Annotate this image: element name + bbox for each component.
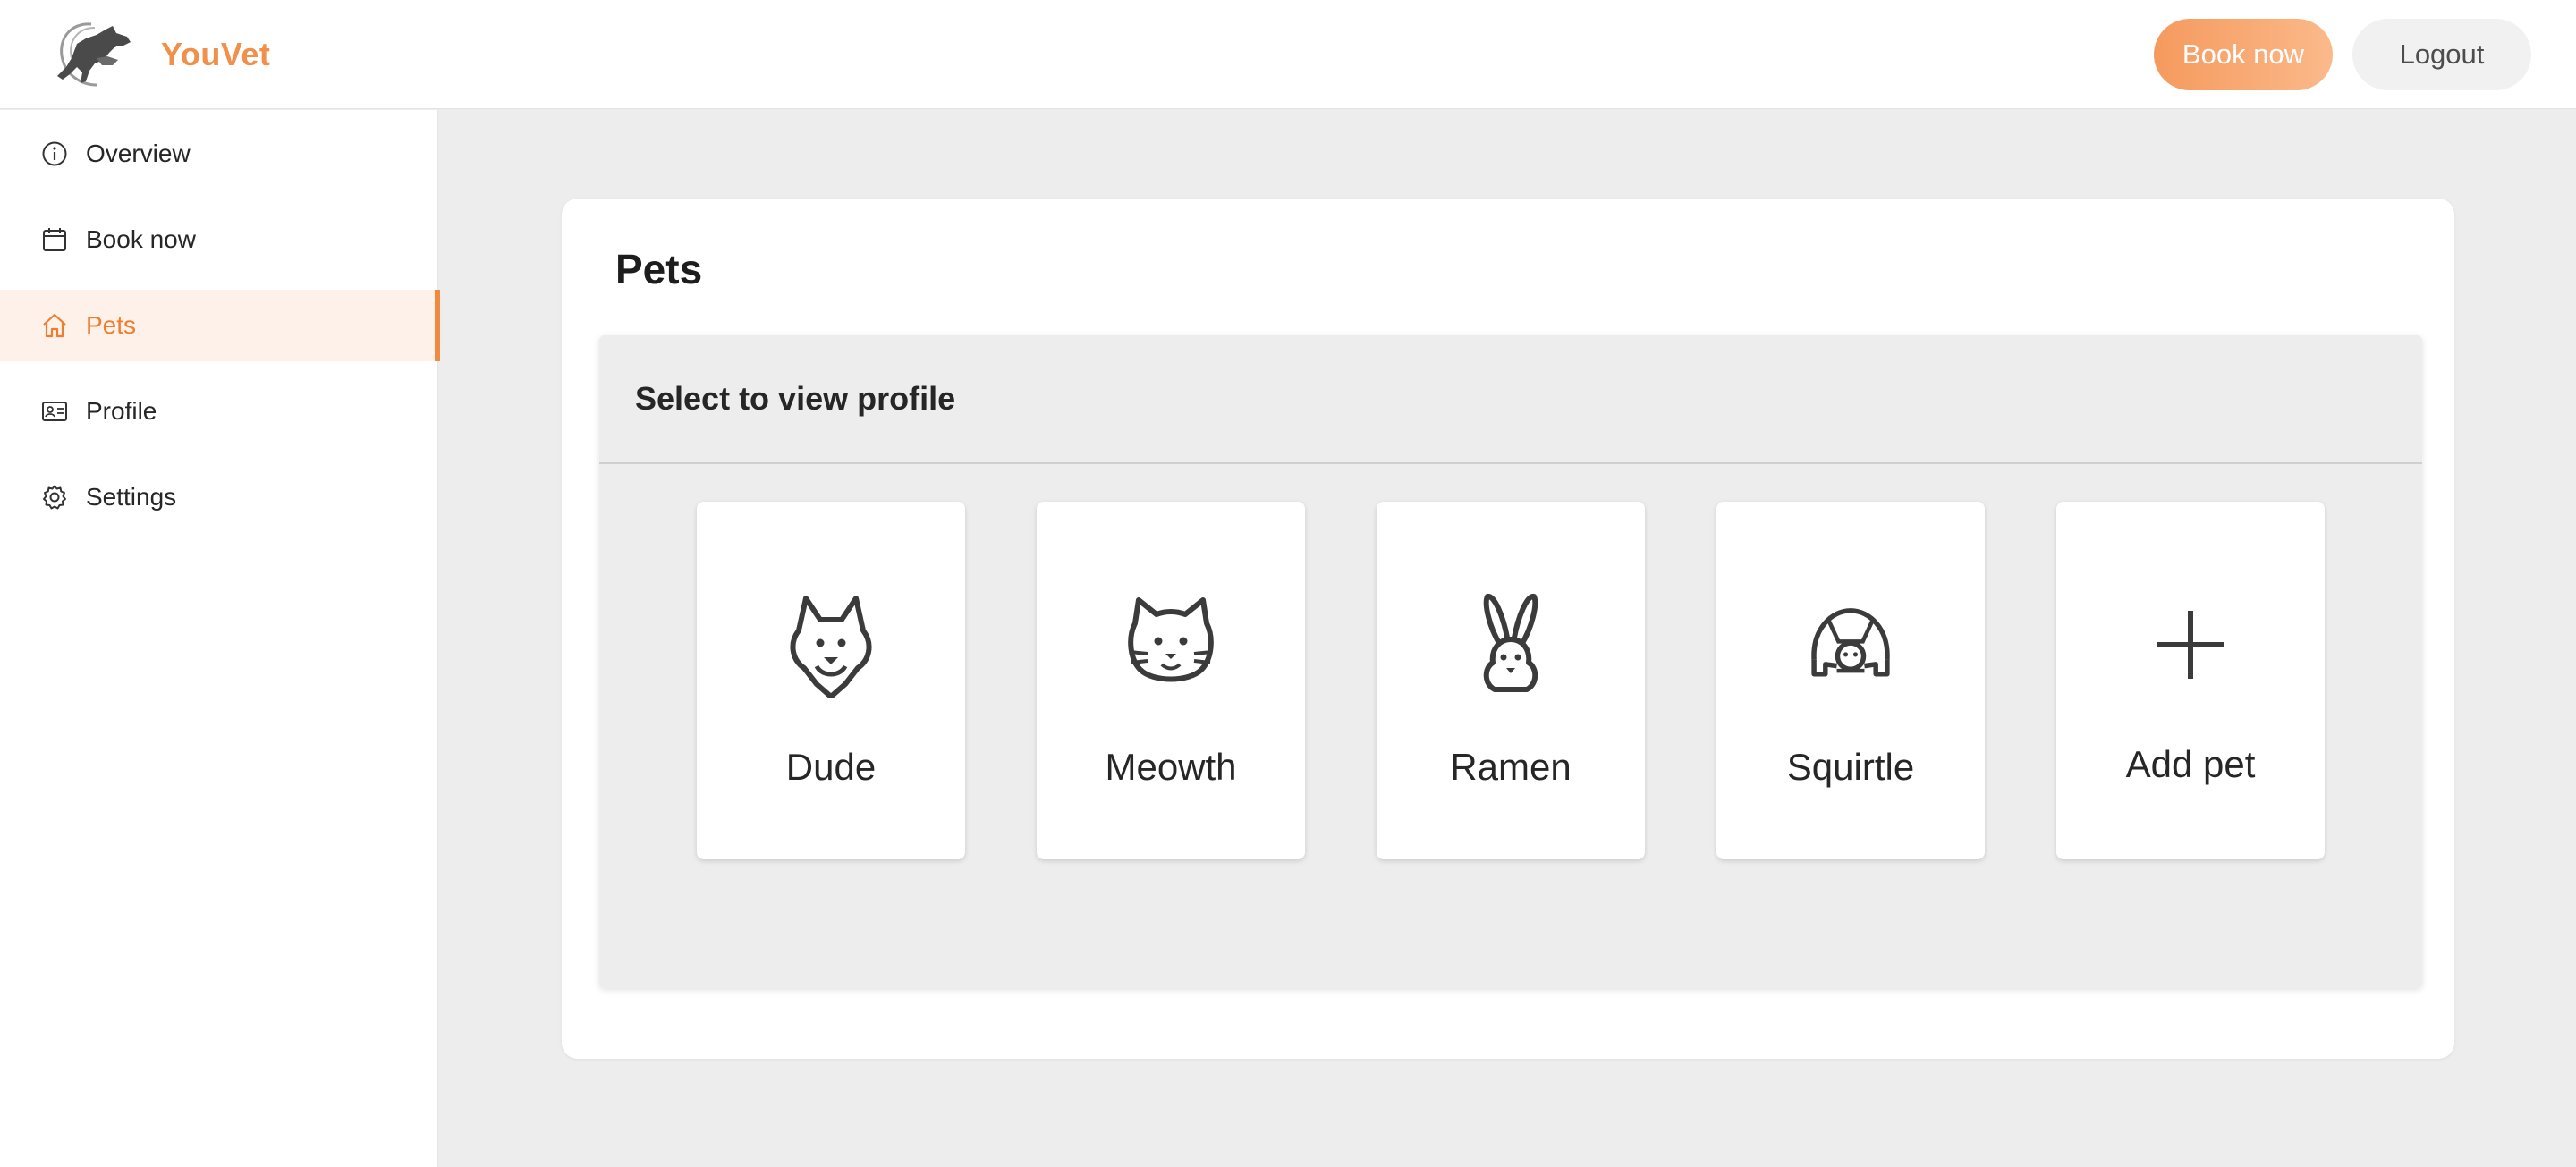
book-now-button[interactable]: Book now bbox=[2154, 18, 2333, 90]
pet-name: Meowth bbox=[1105, 746, 1237, 788]
sidebar-item-label: Book now bbox=[86, 225, 196, 253]
logo-icon bbox=[57, 21, 131, 86]
home-icon bbox=[40, 311, 69, 340]
sidebar-item-settings[interactable]: Settings bbox=[0, 461, 440, 533]
pets-panel: Select to view profile Dude Meowth Ramen… bbox=[599, 335, 2422, 988]
sidebar: Overview Book now Pets Profile Settings bbox=[0, 110, 440, 1167]
add-pet-label: Add pet bbox=[2125, 743, 2256, 785]
info-icon bbox=[40, 140, 69, 168]
add-pet-card[interactable]: Add pet bbox=[2056, 502, 2325, 859]
rabbit-icon bbox=[1466, 591, 1555, 698]
sidebar-item-profile[interactable]: Profile bbox=[0, 376, 440, 447]
page-title: Pets bbox=[615, 246, 703, 292]
pet-card-ramen[interactable]: Ramen bbox=[1377, 502, 1645, 859]
pet-name: Squirtle bbox=[1786, 746, 1915, 788]
sidebar-item-overview[interactable]: Overview bbox=[0, 118, 440, 190]
sidebar-item-book-now[interactable]: Book now bbox=[0, 204, 440, 275]
plus-icon bbox=[2146, 591, 2235, 698]
sidebar-item-pets[interactable]: Pets bbox=[0, 290, 440, 361]
pets-list: Dude Meowth Ramen Squirtle Add pet bbox=[697, 502, 2325, 859]
brand-name: YouVet bbox=[161, 35, 271, 72]
panel-title: Select to view profile bbox=[635, 380, 956, 417]
dog-icon bbox=[786, 591, 876, 698]
gear-icon bbox=[40, 483, 69, 512]
sidebar-item-label: Settings bbox=[86, 483, 177, 511]
logout-button[interactable]: Logout bbox=[2352, 18, 2531, 90]
cat-icon bbox=[1126, 591, 1216, 698]
calendar-icon bbox=[40, 225, 69, 254]
pet-card-squirtle[interactable]: Squirtle bbox=[1716, 502, 1985, 859]
sidebar-item-label: Profile bbox=[86, 397, 157, 425]
pet-card-meowth[interactable]: Meowth bbox=[1037, 502, 1305, 859]
id-card-icon bbox=[40, 397, 69, 426]
pet-name: Ramen bbox=[1450, 746, 1572, 788]
brand[interactable]: YouVet bbox=[50, 0, 270, 108]
pets-card: Pets Select to view profile Dude Meowth … bbox=[562, 199, 2454, 1059]
sidebar-item-label: Overview bbox=[86, 140, 191, 167]
sidebar-item-label: Pets bbox=[86, 311, 137, 339]
pet-name: Dude bbox=[785, 746, 877, 788]
pet-card-dude[interactable]: Dude bbox=[697, 502, 965, 859]
turtle-icon bbox=[1806, 591, 1895, 698]
top-bar: YouVet Book now Logout bbox=[0, 0, 2576, 109]
top-actions: Book now Logout bbox=[2154, 18, 2531, 90]
panel-header: Select to view profile bbox=[599, 335, 2422, 464]
